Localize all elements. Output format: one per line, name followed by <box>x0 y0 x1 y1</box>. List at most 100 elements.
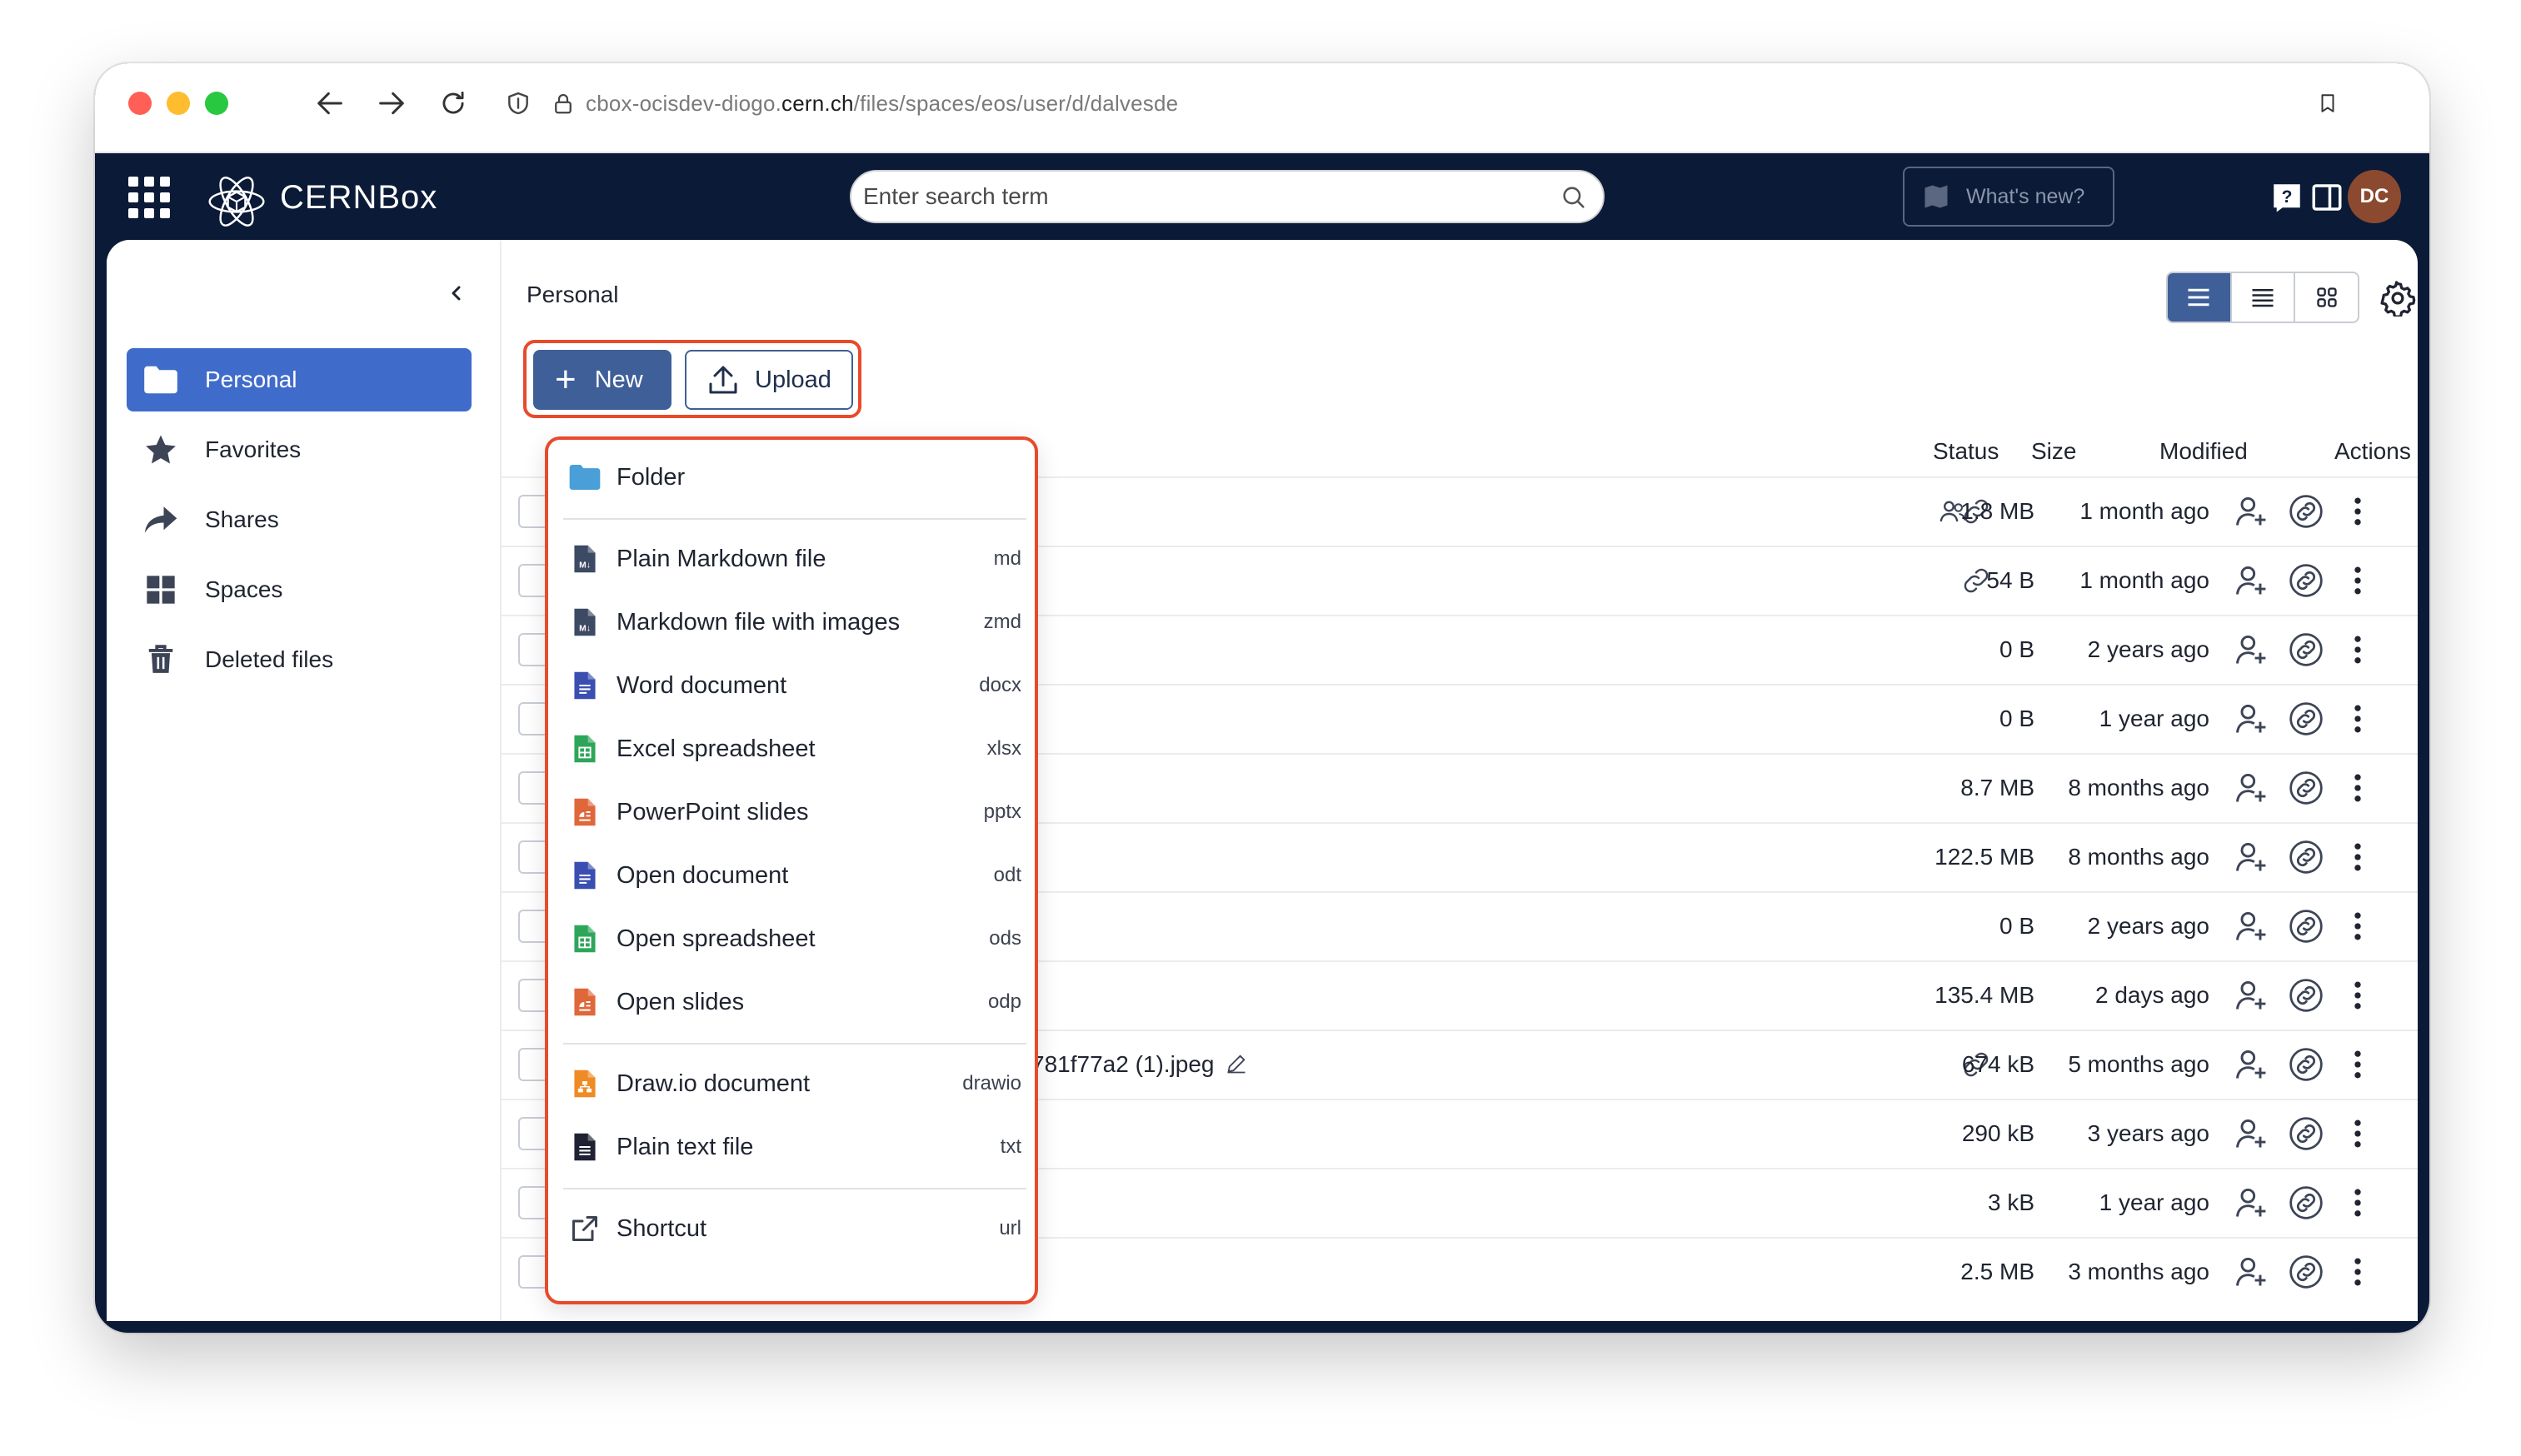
sidebar-item-shares[interactable]: Shares <box>127 488 472 551</box>
column-header-modified[interactable]: Modified <box>2159 435 2248 468</box>
link-icon[interactable] <box>2288 1115 2324 1152</box>
menu-item-shortcut[interactable]: Shortcut url <box>568 1199 1021 1258</box>
add-share-icon[interactable] <box>2233 701 2269 737</box>
breadcrumb[interactable]: Personal <box>527 282 619 308</box>
file-modified: 1 month ago <box>2079 567 2209 593</box>
link-icon[interactable] <box>2288 701 2324 737</box>
view-list-button[interactable] <box>2168 273 2232 322</box>
bookmark-icon[interactable] <box>2311 87 2344 120</box>
menu-item-label: Open slides <box>617 988 745 1015</box>
file-size: 1.8 MB <box>1960 498 2034 524</box>
more-actions-icon[interactable] <box>2339 631 2376 668</box>
gear-icon[interactable] <box>2379 280 2416 317</box>
more-actions-icon[interactable] <box>2339 1254 2376 1290</box>
add-share-icon[interactable] <box>2233 1184 2269 1221</box>
sidebar-item-label: Personal <box>205 366 297 392</box>
svg-text:M↓: M↓ <box>579 624 591 633</box>
sidebar-item-deleted-files[interactable]: Deleted files <box>127 628 472 691</box>
back-arrow-icon[interactable] <box>313 87 347 120</box>
menu-item-label: Word document <box>617 671 787 699</box>
link-icon[interactable] <box>2288 562 2324 599</box>
more-actions-icon[interactable] <box>2339 493 2376 530</box>
add-share-icon[interactable] <box>2233 839 2269 875</box>
add-share-icon[interactable] <box>2233 493 2269 530</box>
link-icon[interactable] <box>2288 631 2324 668</box>
more-actions-icon[interactable] <box>2339 977 2376 1014</box>
add-share-icon[interactable] <box>2233 631 2269 668</box>
more-actions-icon[interactable] <box>2339 1115 2376 1152</box>
add-share-icon[interactable] <box>2233 770 2269 806</box>
reload-icon[interactable] <box>437 87 470 120</box>
link-icon[interactable] <box>2288 493 2324 530</box>
search-input[interactable] <box>863 172 1546 222</box>
sidebar-item-spaces[interactable]: Spaces <box>127 558 472 621</box>
link-icon[interactable] <box>2288 977 2324 1014</box>
add-share-icon[interactable] <box>2233 1115 2269 1152</box>
whats-new-button[interactable]: What's new? <box>1903 167 2114 227</box>
menu-item-plain-text-file[interactable]: Plain text file txt <box>568 1118 1021 1176</box>
link-icon[interactable] <box>2288 1046 2324 1083</box>
sidebar-item-label: Favorites <box>205 436 302 462</box>
app-switcher-icon[interactable] <box>128 177 170 218</box>
shield-icon[interactable] <box>502 87 535 120</box>
file-name-text: 781f77a2 (1).jpeg <box>1031 1051 1215 1077</box>
column-header-size[interactable]: Size <box>2031 435 2076 468</box>
sidebar-toggle-icon[interactable] <box>2306 177 2348 218</box>
more-actions-icon[interactable] <box>2339 1184 2376 1221</box>
menu-item-excel-spreadsheet[interactable]: Excel spreadsheet xlsx <box>568 720 1021 778</box>
view-tiles-button[interactable] <box>2295 273 2358 322</box>
help-icon[interactable]: ? <box>2266 177 2308 218</box>
more-actions-icon[interactable] <box>2339 701 2376 737</box>
link-icon[interactable] <box>2288 839 2324 875</box>
collapse-sidebar-button[interactable] <box>440 277 473 310</box>
column-header-status[interactable]: Status <box>1933 435 1999 468</box>
menu-item-powerpoint-slides[interactable]: PowerPoint slides pptx <box>568 783 1021 841</box>
url-host: cern.ch <box>781 91 854 116</box>
window-close-button[interactable] <box>128 92 152 115</box>
link-icon[interactable] <box>2288 770 2324 806</box>
sidebar-item-favorites[interactable]: Favorites <box>127 418 472 481</box>
link-icon[interactable] <box>2288 1254 2324 1290</box>
link-icon[interactable] <box>2288 1184 2324 1221</box>
add-share-icon[interactable] <box>2233 1254 2269 1290</box>
menu-item-plain-markdown-file[interactable]: M↓ Plain Markdown file md <box>568 530 1021 588</box>
menu-item-word-document[interactable]: Word document docx <box>568 656 1021 715</box>
word-file-icon <box>568 666 602 705</box>
more-actions-icon[interactable] <box>2339 770 2376 806</box>
more-actions-icon[interactable] <box>2339 839 2376 875</box>
pencil-icon[interactable] <box>1225 1051 1248 1085</box>
file-modified: 8 months ago <box>2068 775 2209 800</box>
markdown-file-icon: M↓ <box>568 540 602 578</box>
user-avatar[interactable]: DC <box>2348 170 2401 223</box>
add-share-icon[interactable] <box>2233 562 2269 599</box>
add-share-icon[interactable] <box>2233 977 2269 1014</box>
menu-item-extension: md <box>993 547 1021 570</box>
link-icon[interactable] <box>2288 908 2324 945</box>
menu-item-open-document[interactable]: Open document odt <box>568 846 1021 905</box>
window-zoom-button[interactable] <box>205 92 228 115</box>
upload-button[interactable]: Upload <box>685 350 853 410</box>
search-icon[interactable] <box>1560 183 1588 212</box>
menu-item-label: Plain Markdown file <box>617 545 826 572</box>
forward-arrow-icon[interactable] <box>375 87 408 120</box>
more-actions-icon[interactable] <box>2339 562 2376 599</box>
view-condensed-button[interactable] <box>2232 273 2296 322</box>
file-name[interactable]: 781f77a2 (1).jpeg <box>1031 1048 1248 1081</box>
menu-item-folder[interactable]: Folder <box>568 448 1021 506</box>
slides-file-icon <box>568 793 602 831</box>
window-minimize-button[interactable] <box>167 92 190 115</box>
more-actions-icon[interactable] <box>2339 1046 2376 1083</box>
menu-item-open-slides[interactable]: Open slides odp <box>568 973 1021 1031</box>
address-bar[interactable]: cbox-ocisdev-diogo.cern.ch/files/spaces/… <box>586 87 1178 120</box>
add-share-icon[interactable] <box>2233 908 2269 945</box>
file-modified: 2 years ago <box>2087 636 2209 662</box>
more-actions-icon[interactable] <box>2339 908 2376 945</box>
new-button[interactable]: + New <box>533 350 671 410</box>
menu-item-markdown-file-with-images[interactable]: M↓ Markdown file with images zmd <box>568 593 1021 651</box>
add-share-icon[interactable] <box>2233 1046 2269 1083</box>
menu-item-draw-io-document[interactable]: Draw.io document drawio <box>568 1055 1021 1113</box>
sidebar-item-label: Deleted files <box>205 646 334 672</box>
spreadsheet-file-icon <box>568 920 602 958</box>
menu-item-open-spreadsheet[interactable]: Open spreadsheet ods <box>568 910 1021 968</box>
sidebar-item-personal[interactable]: Personal <box>127 348 472 411</box>
